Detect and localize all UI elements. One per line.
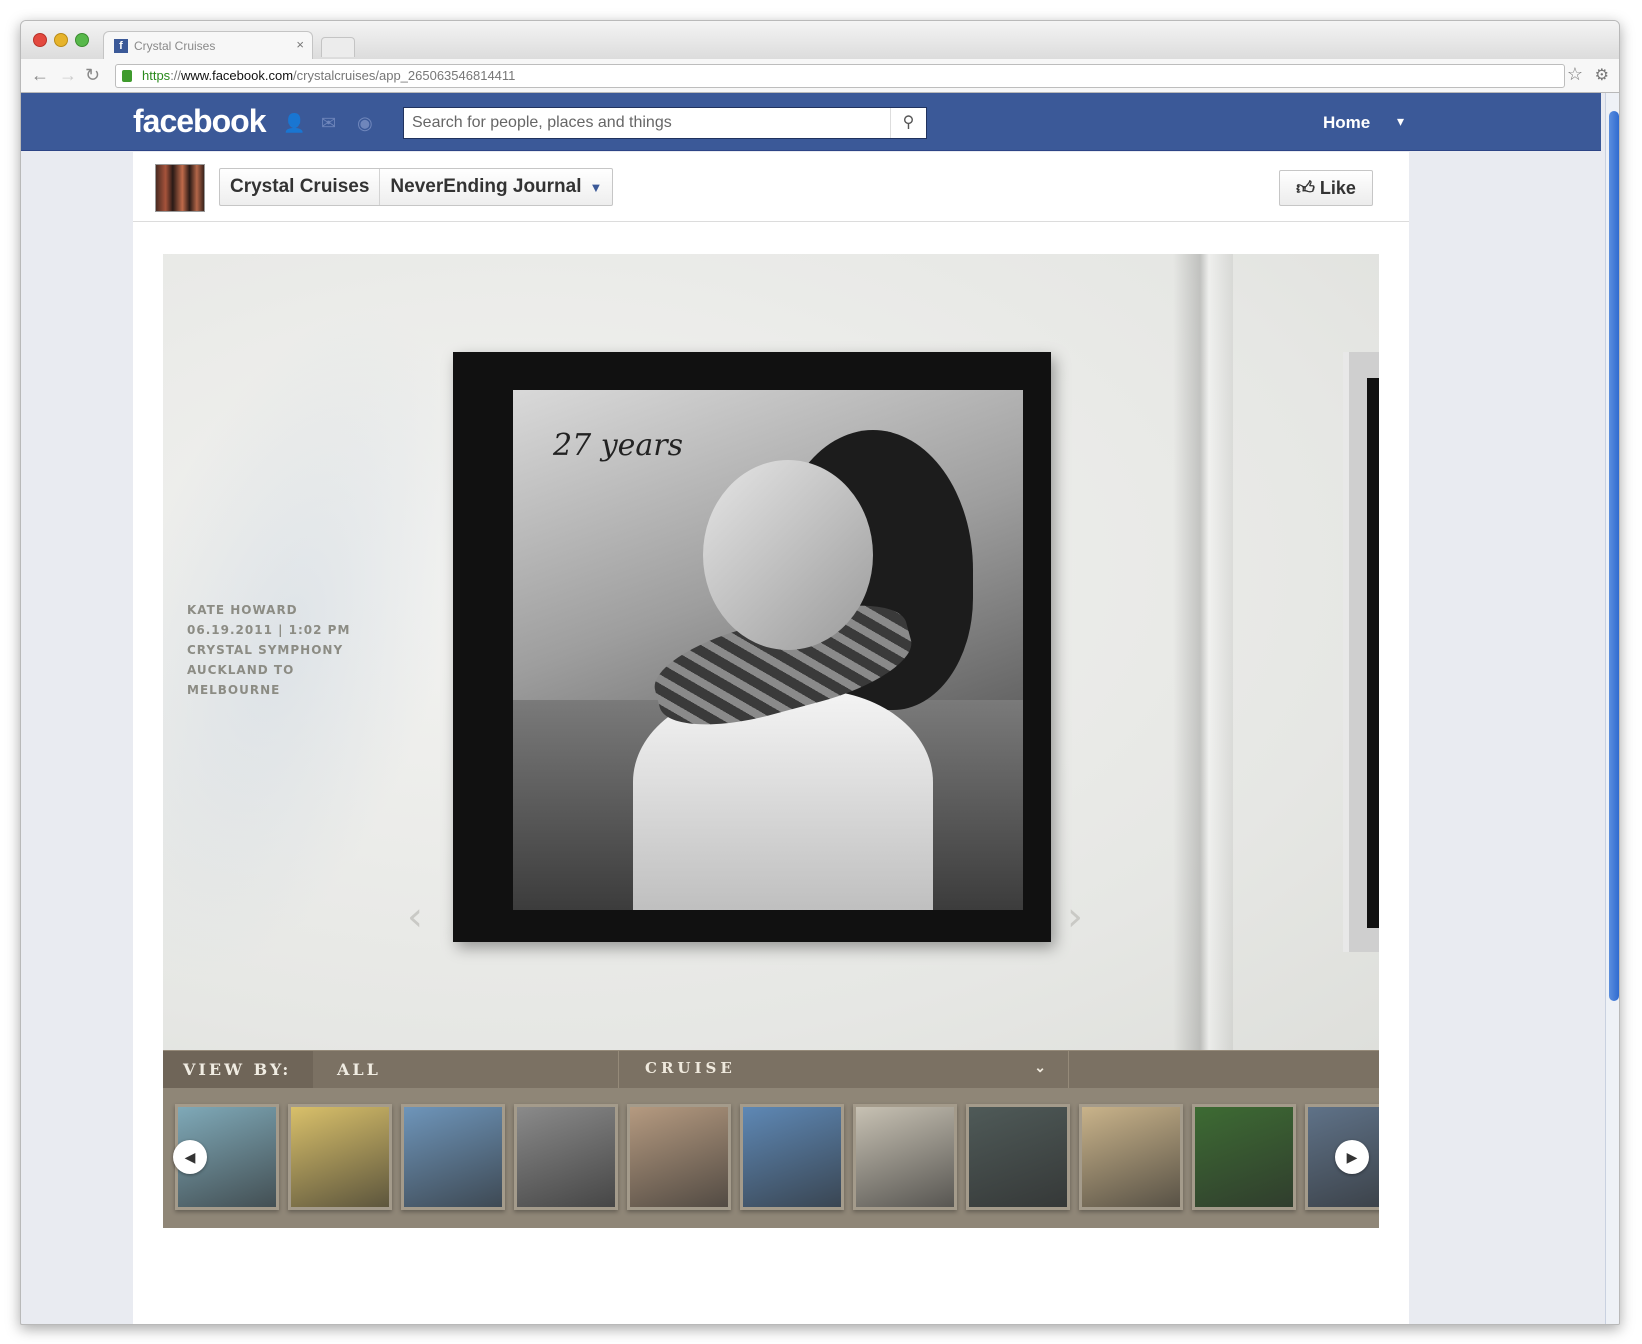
url-scheme: https: [142, 68, 171, 83]
journal-thumbnail[interactable]: [966, 1104, 1070, 1210]
caption-date: 06.19.2011 | 1:02 PM: [187, 623, 351, 637]
account-menu-caret-icon[interactable]: ▾: [1397, 113, 1404, 130]
app-name: NeverEnding Journal: [390, 176, 582, 197]
close-window-button[interactable]: [33, 33, 47, 47]
featured-photo-frame[interactable]: 27 years: [453, 352, 1051, 942]
journal-spread: KATE HOWARD 06.19.2011 | 1:02 PM CRYSTAL…: [163, 254, 1379, 1050]
view-by-label: VIEW BY:: [163, 1051, 313, 1088]
caption-route-1: AUCKLAND TO: [187, 663, 295, 677]
page-name-link[interactable]: Crystal Cruises: [220, 169, 379, 205]
scroll-right-icon[interactable]: ▶: [1335, 1140, 1369, 1174]
url-path: /crystalcruises/app_265063546814411: [293, 68, 516, 83]
url-domain: www.facebook.com: [181, 68, 294, 83]
thumbs-up-icon: 👍︎: [1296, 178, 1315, 198]
chevron-down-icon: ▼: [589, 180, 603, 195]
app-selector[interactable]: NeverEnding Journal ▼: [379, 169, 612, 205]
back-icon[interactable]: ←: [31, 65, 49, 86]
search-input[interactable]: Search for people, places and things ⚲: [403, 107, 927, 139]
friend-requests-icon[interactable]: 👤: [283, 113, 305, 133]
like-label: Like: [1319, 178, 1356, 198]
photo-face: [703, 460, 873, 650]
page-header: Crystal Cruises NeverEnding Journal ▼ 👍︎ …: [133, 152, 1409, 222]
facebook-favicon-icon: f: [114, 39, 128, 53]
vertical-scrollbar[interactable]: [1605, 93, 1619, 1324]
journal-thumbnail[interactable]: [1079, 1104, 1183, 1210]
bookmark-star-icon[interactable]: ☆: [1567, 64, 1583, 85]
caption-ship: CRYSTAL SYMPHONY: [187, 643, 344, 657]
caption-author: KATE HOWARD: [187, 603, 298, 617]
journal-thumbnail[interactable]: [1192, 1104, 1296, 1210]
browser-titlebar: f Crystal Cruises ×: [21, 21, 1619, 59]
search-icon[interactable]: ⚲: [890, 108, 926, 138]
home-link[interactable]: Home: [1323, 113, 1370, 133]
search-placeholder: Search for people, places and things: [412, 114, 672, 131]
chevron-down-icon: ⌄: [1034, 1060, 1050, 1076]
wrench-icon[interactable]: ⚙: [1595, 65, 1609, 85]
cruise-filter-label: CRUISE: [645, 1059, 736, 1077]
journal-thumbnail[interactable]: [627, 1104, 731, 1210]
breadcrumb: Crystal Cruises NeverEnding Journal ▼: [219, 168, 614, 206]
photo-caption: KATE HOWARD 06.19.2011 | 1:02 PM CRYSTAL…: [187, 600, 387, 700]
photo-handwritten-title: 27 years: [553, 428, 684, 463]
page-profile-picture[interactable]: [155, 164, 205, 212]
tab-close-icon[interactable]: ×: [296, 37, 304, 52]
like-button[interactable]: 👍︎ Like: [1279, 170, 1373, 206]
url-separator: ://: [170, 68, 182, 83]
new-tab-button[interactable]: [321, 37, 355, 57]
view-by-bar: VIEW BY: ALL CRUISE ⌄: [163, 1050, 1379, 1088]
journal-thumbnail[interactable]: [288, 1104, 392, 1210]
featured-photo: 27 years: [513, 390, 1023, 910]
tab-title: Crystal Cruises: [134, 39, 216, 53]
forward-icon[interactable]: →: [59, 65, 77, 86]
notifications-globe-icon[interactable]: ◉: [357, 113, 379, 133]
browser-window: f Crystal Cruises × ← → ↻ https://www.fa…: [20, 20, 1620, 1325]
journal-thumbnail[interactable]: [740, 1104, 844, 1210]
journal-thumbnail[interactable]: [401, 1104, 505, 1210]
caption-route-2: MELBOURNE: [187, 683, 281, 697]
journal-thumbnail[interactable]: [853, 1104, 957, 1210]
previous-photo-arrow-icon[interactable]: ‹: [407, 894, 423, 940]
scroll-left-icon[interactable]: ◀: [173, 1140, 207, 1174]
scrollbar-thumb[interactable]: [1609, 111, 1619, 1001]
cruise-filter-dropdown[interactable]: CRUISE ⌄: [619, 1051, 1069, 1088]
minimize-window-button[interactable]: [54, 33, 68, 47]
book-spine: [1173, 254, 1233, 1050]
reload-icon[interactable]: ↻: [85, 65, 100, 86]
lock-icon: [122, 70, 132, 82]
browser-tab[interactable]: f Crystal Cruises ×: [103, 31, 313, 59]
view-all-filter[interactable]: ALL: [313, 1051, 619, 1088]
journal-thumbnail[interactable]: [514, 1104, 618, 1210]
url-field[interactable]: https://www.facebook.com/crystalcruises/…: [115, 64, 1565, 88]
facebook-logo[interactable]: facebook: [133, 103, 266, 140]
next-page-photo-edge[interactable]: [1343, 352, 1379, 952]
address-toolbar: ← → ↻ https://www.facebook.com/crystalcr…: [21, 59, 1619, 93]
next-photo-arrow-icon[interactable]: ›: [1067, 894, 1083, 940]
messages-icon[interactable]: ✉: [321, 113, 343, 133]
zoom-window-button[interactable]: [75, 33, 89, 47]
thumbnail-strip: ◀ ▶: [163, 1088, 1379, 1228]
page-content: Crystal Cruises NeverEnding Journal ▼ 👍︎ …: [133, 152, 1409, 1324]
photo-shirt: [633, 690, 933, 910]
facebook-bluebar: facebook 👤 ✉ ◉ Search for people, places…: [21, 93, 1601, 151]
